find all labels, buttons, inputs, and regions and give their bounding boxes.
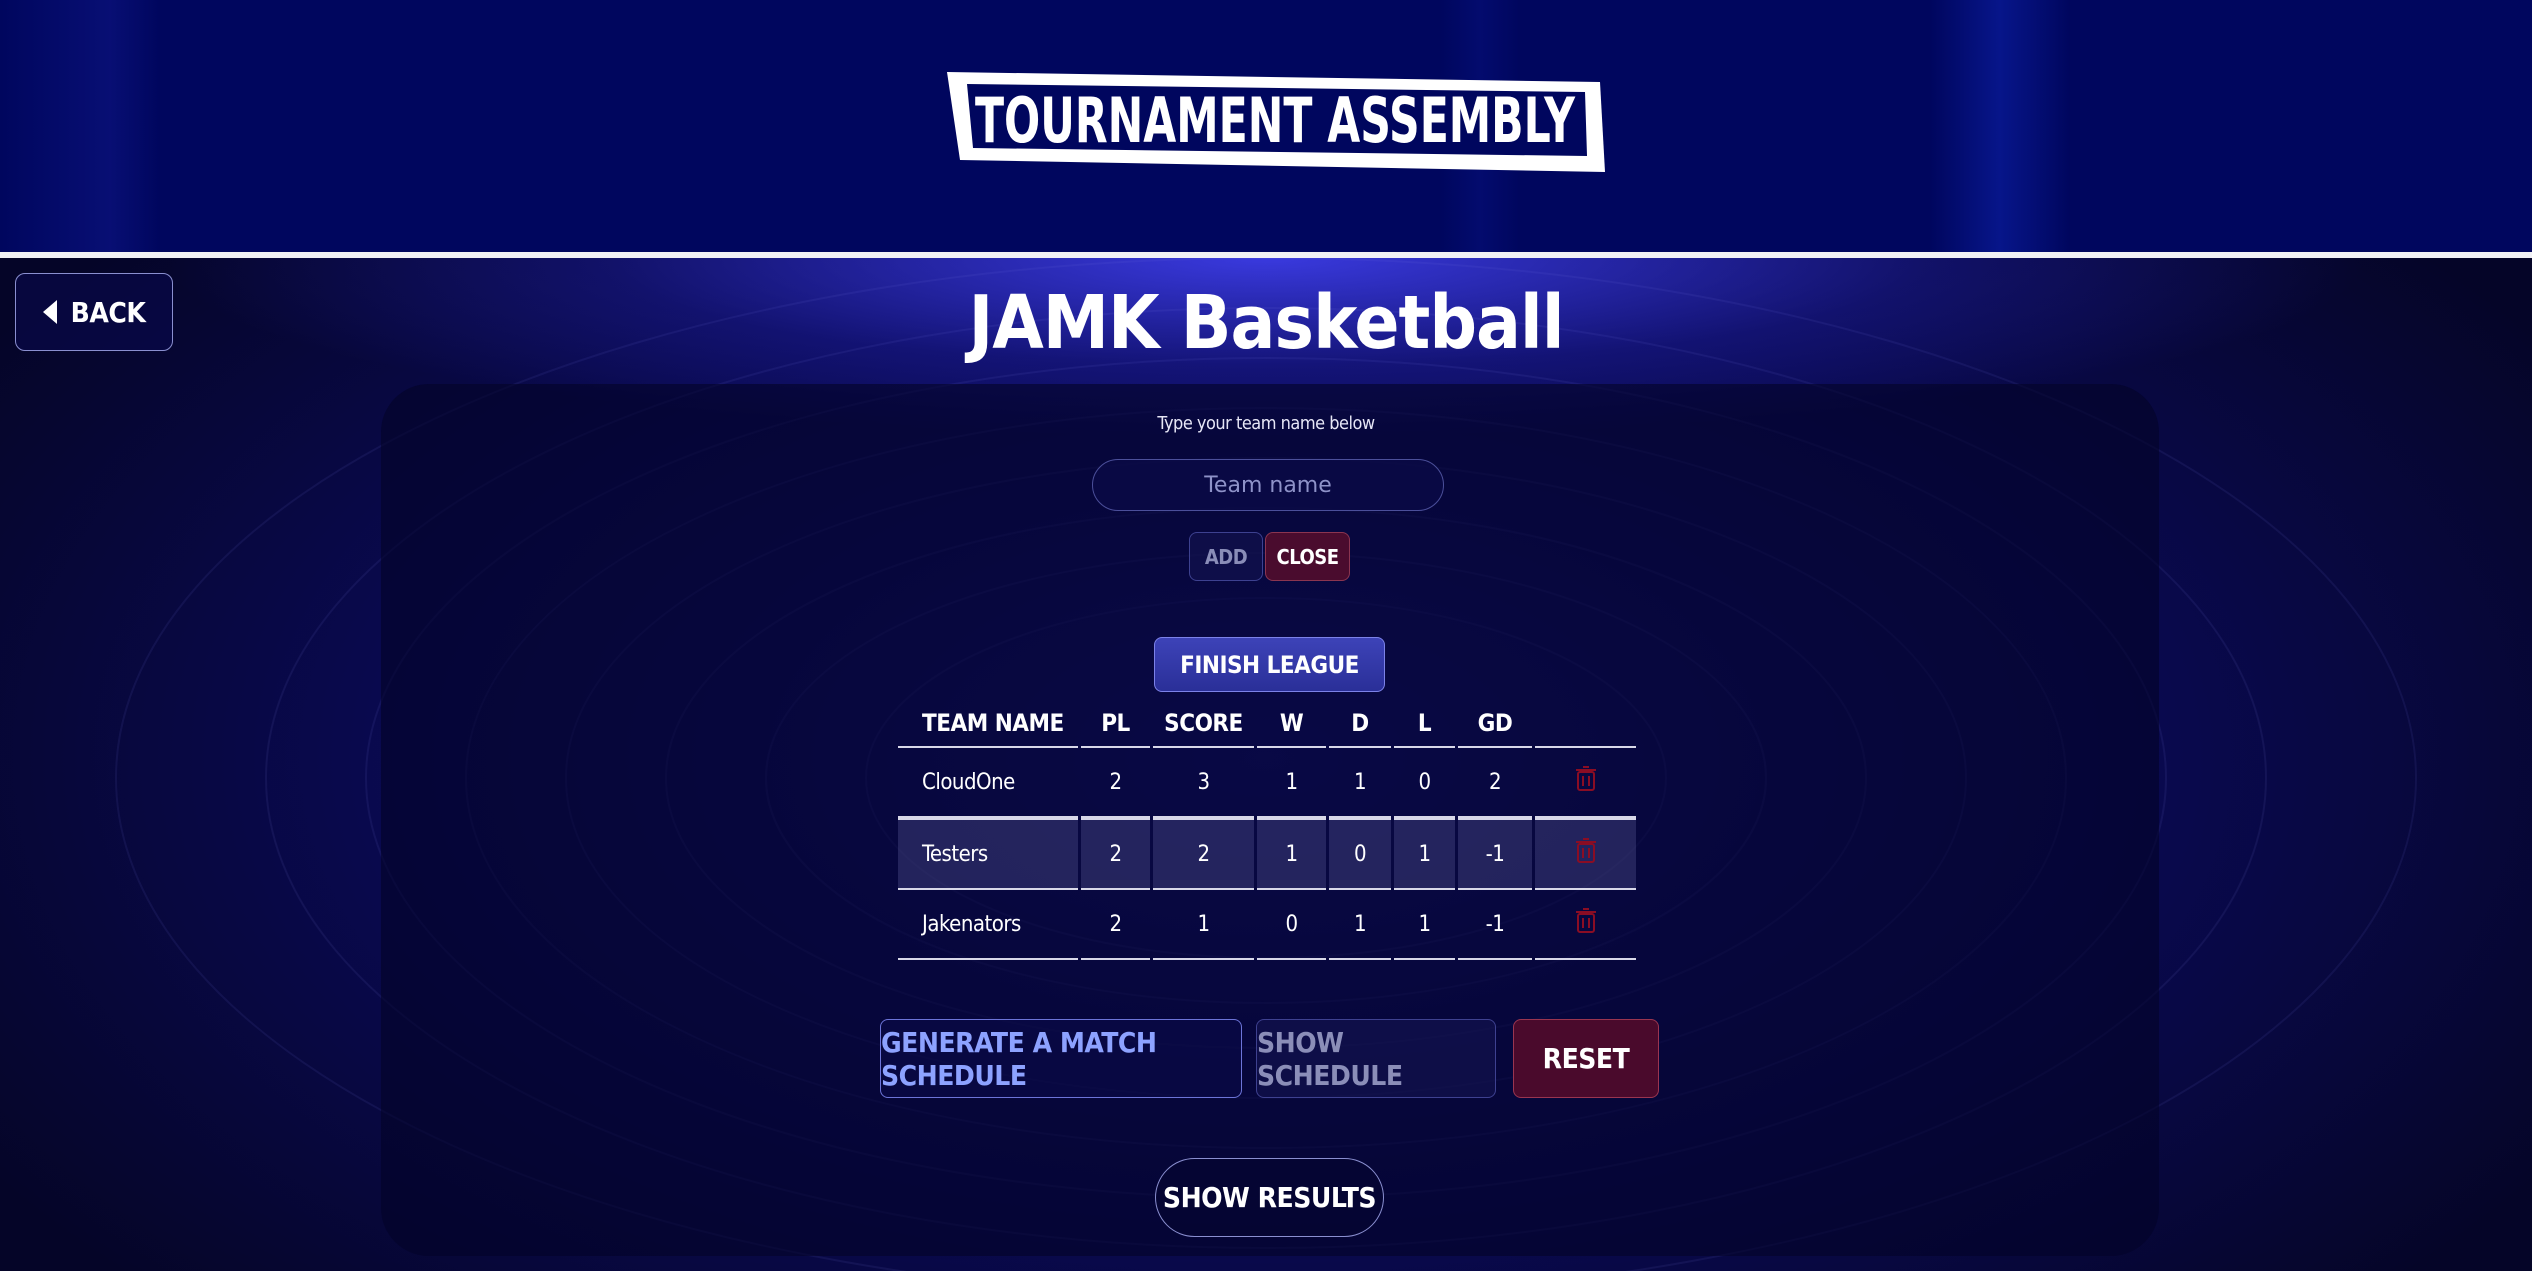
table-row: Jakenators 2 1 0 1 1 -1 xyxy=(898,890,1636,960)
score-cell: 1 xyxy=(1153,890,1254,960)
team-name-cell: CloudOne xyxy=(898,748,1078,818)
d-cell: 1 xyxy=(1329,748,1391,818)
l-cell: 0 xyxy=(1394,748,1455,818)
pl-cell: 2 xyxy=(1081,818,1150,890)
col-header-l: L xyxy=(1394,700,1455,748)
col-header-pl: PL xyxy=(1081,700,1150,748)
gd-cell: 2 xyxy=(1458,748,1532,818)
w-cell: 1 xyxy=(1257,818,1326,890)
trash-icon[interactable] xyxy=(1575,838,1597,864)
pl-cell: 2 xyxy=(1081,890,1150,960)
col-header-d: D xyxy=(1329,700,1391,748)
l-cell: 1 xyxy=(1394,818,1455,890)
gd-cell: -1 xyxy=(1458,818,1532,890)
team-name-input[interactable] xyxy=(1092,459,1444,511)
d-cell: 1 xyxy=(1329,890,1391,960)
pl-cell: 2 xyxy=(1081,748,1150,818)
delete-cell xyxy=(1535,748,1636,818)
col-header-gd: GD xyxy=(1458,700,1532,748)
delete-cell xyxy=(1535,818,1636,890)
page-title: JAMK Basketball xyxy=(968,280,1564,366)
col-header-team-name: TEAM NAME xyxy=(898,700,1078,748)
col-header-score: SCORE xyxy=(1153,700,1254,748)
score-cell: 2 xyxy=(1153,818,1254,890)
show-results-button[interactable]: SHOW RESULTS xyxy=(1155,1158,1384,1237)
w-cell: 0 xyxy=(1257,890,1326,960)
delete-cell xyxy=(1535,890,1636,960)
team-name-cell: Testers xyxy=(898,818,1078,890)
col-header-w: W xyxy=(1257,700,1326,748)
score-cell: 3 xyxy=(1153,748,1254,818)
table-row: CloudOne 2 3 1 1 0 2 xyxy=(898,748,1636,818)
add-team-button[interactable]: ADD xyxy=(1189,532,1263,581)
generate-schedule-button[interactable]: GENERATE A MATCH SCHEDULE xyxy=(880,1019,1242,1098)
logo: TOURNAMENT ASSEMBLY xyxy=(945,72,1605,172)
trash-icon[interactable] xyxy=(1575,766,1597,792)
table-row: Testers 2 2 1 0 1 -1 xyxy=(898,818,1636,890)
show-schedule-button[interactable]: SHOW SCHEDULE xyxy=(1256,1019,1496,1098)
reset-button[interactable]: RESET xyxy=(1513,1019,1659,1098)
logo-text: TOURNAMENT ASSEMBLY xyxy=(975,84,1576,157)
finish-league-button[interactable]: FINISH LEAGUE xyxy=(1154,637,1385,692)
col-header-actions xyxy=(1535,700,1636,748)
close-button[interactable]: CLOSE xyxy=(1265,532,1350,581)
team-name-prompt: Type your team name below xyxy=(1157,413,1375,434)
l-cell: 1 xyxy=(1394,890,1455,960)
logo-graphic: TOURNAMENT ASSEMBLY xyxy=(947,72,1605,172)
trash-icon[interactable] xyxy=(1575,908,1597,934)
table-header-row: TEAM NAME PL SCORE W D L GD xyxy=(898,700,1636,748)
team-name-cell: Jakenators xyxy=(898,890,1078,960)
w-cell: 1 xyxy=(1257,748,1326,818)
league-table: TEAM NAME PL SCORE W D L GD CloudOne 2 3… xyxy=(895,700,1639,960)
d-cell: 0 xyxy=(1329,818,1391,890)
gd-cell: -1 xyxy=(1458,890,1532,960)
